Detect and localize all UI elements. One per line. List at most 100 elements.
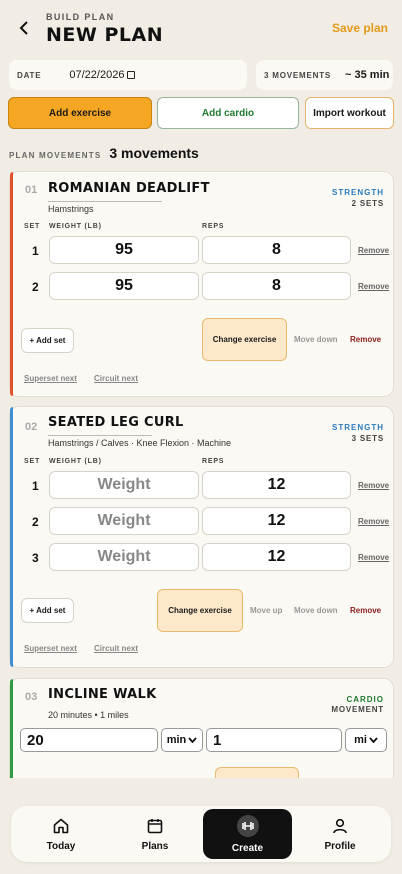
exercise-type: STRENGTH — [332, 188, 384, 197]
tab-today[interactable]: Today — [25, 806, 97, 862]
date-value[interactable]: 07/22/2026 — [69, 69, 136, 81]
chevron-down-icon — [188, 737, 197, 743]
col-set: SET — [24, 458, 41, 465]
date-label: DATE — [17, 70, 42, 80]
dumbbell-icon — [236, 814, 259, 837]
reps-input[interactable]: 8 — [202, 272, 351, 300]
remove-set-button[interactable]: Remove — [358, 517, 389, 526]
remove-exercise-button[interactable]: Remove — [350, 335, 381, 344]
plan-movements-heading: PLAN MOVEMENTS 3 movements — [9, 145, 199, 161]
save-plan-button[interactable]: Save plan — [332, 21, 388, 35]
col-weight: WEIGHT (LB) — [49, 223, 102, 230]
plan-movements-label: PLAN MOVEMENTS — [9, 151, 102, 160]
movement-label: MOVEMENT — [331, 705, 384, 714]
tab-create[interactable]: Create — [203, 809, 292, 859]
change-exercise-button[interactable]: Change exercise — [202, 318, 287, 361]
card-accent-bar — [10, 172, 13, 396]
exercise-card: 02 SEATED LEG CURL Hamstrings / Calves ·… — [9, 406, 394, 668]
chevron-down-icon — [369, 737, 378, 743]
add-set-button[interactable]: + Add set — [21, 598, 74, 623]
exercise-muscles: Hamstrings — [48, 204, 94, 214]
exercise-type: STRENGTH — [332, 423, 384, 432]
page-eyebrow: BUILD PLAN — [46, 12, 115, 22]
tab-bar: Today Plans Create Profile — [11, 806, 391, 862]
exercise-card: 01 ROMANIAN DEADLIFT Hamstrings STRENGTH… — [9, 171, 394, 397]
tab-label: Plans — [141, 840, 169, 852]
set-number: 2 — [32, 280, 39, 294]
sets-count: 3 SETS — [351, 434, 384, 443]
duration-unit-value: min — [166, 734, 187, 746]
weight-input[interactable]: 95 — [49, 236, 199, 264]
calendar-icon — [146, 817, 164, 835]
exercise-number: 02 — [25, 421, 38, 433]
remove-exercise-button[interactable]: Remove — [350, 606, 381, 615]
import-workout-button[interactable]: Import workout — [305, 97, 394, 129]
tab-label: Create — [231, 842, 264, 854]
reps-input[interactable]: 8 — [202, 236, 351, 264]
remove-set-button[interactable]: Remove — [358, 553, 389, 562]
duration-value: ~ 35 min — [345, 69, 390, 81]
distance-unit-value: mi — [354, 734, 367, 746]
set-number: 1 — [32, 244, 39, 258]
exercise-name[interactable]: INCLINE WALK — [48, 687, 156, 702]
weight-input[interactable]: Weight — [49, 543, 199, 571]
plan-movements-count: 3 movements — [109, 145, 199, 161]
superset-next-link[interactable]: Superset next — [24, 374, 77, 383]
sets-count: 2 SETS — [351, 199, 384, 208]
add-set-button[interactable]: + Add set — [21, 328, 74, 353]
calendar-icon[interactable] — [127, 71, 136, 79]
remove-set-button[interactable]: Remove — [358, 246, 389, 255]
cardio-summary: 20 minutes • 1 miles — [48, 710, 129, 720]
duration-unit-select[interactable]: min — [161, 728, 203, 752]
add-cardio-button[interactable]: Add cardio — [157, 97, 299, 129]
tab-profile[interactable]: Profile — [304, 806, 376, 862]
date-field[interactable]: DATE 07/22/2026 — [9, 60, 247, 90]
name-underline — [48, 435, 152, 436]
exercise-number: 03 — [25, 691, 38, 703]
move-up-button[interactable]: Move up — [250, 606, 282, 615]
back-button[interactable] — [14, 18, 34, 38]
exercise-number: 01 — [25, 184, 38, 196]
tab-plans[interactable]: Plans — [119, 806, 191, 862]
chevron-left-icon — [19, 21, 28, 35]
reps-input[interactable]: 12 — [202, 471, 351, 499]
reps-input[interactable]: 12 — [202, 543, 351, 571]
col-set: SET — [24, 223, 41, 230]
weight-input[interactable]: Weight — [49, 471, 199, 499]
weight-input[interactable]: 95 — [49, 272, 199, 300]
action-buttons: Add exercise Add cardio Import workout — [8, 97, 394, 129]
distance-input[interactable]: 1 — [206, 728, 342, 752]
set-number: 2 — [32, 515, 39, 529]
tab-label: Today — [46, 840, 76, 852]
exercise-muscles: Hamstrings / Calves · Knee Flexion · Mac… — [48, 438, 232, 448]
movements-summary: 3 MOVEMENTS ~ 35 min — [256, 60, 393, 90]
set-number: 1 — [32, 479, 39, 493]
set-number: 3 — [32, 551, 39, 565]
date-text: 07/22/2026 — [69, 69, 125, 81]
remove-set-button[interactable]: Remove — [358, 282, 389, 291]
circuit-next-link[interactable]: Circuit next — [94, 644, 138, 653]
reps-input[interactable]: 12 — [202, 507, 351, 535]
exercise-name[interactable]: ROMANIAN DEADLIFT — [48, 181, 210, 196]
exercise-name[interactable]: SEATED LEG CURL — [48, 415, 184, 430]
col-reps: REPS — [202, 223, 225, 230]
col-weight: WEIGHT (LB) — [49, 458, 102, 465]
add-exercise-button[interactable]: Add exercise — [8, 97, 152, 129]
move-down-button[interactable]: Move down — [294, 606, 338, 615]
change-exercise-button[interactable]: Change exercise — [157, 589, 243, 632]
move-down-button[interactable]: Move down — [294, 335, 338, 344]
tab-label: Profile — [324, 840, 356, 852]
distance-unit-select[interactable]: mi — [345, 728, 387, 752]
remove-set-button[interactable]: Remove — [358, 481, 389, 490]
movements-label: 3 MOVEMENTS — [264, 70, 332, 80]
card-accent-bar — [10, 407, 13, 667]
weight-input[interactable]: Weight — [49, 507, 199, 535]
exercise-type: CARDIO — [346, 695, 384, 704]
duration-input[interactable]: 20 — [20, 728, 158, 752]
page-title: NEW PLAN — [46, 24, 164, 46]
circuit-next-link[interactable]: Circuit next — [94, 374, 138, 383]
superset-next-link[interactable]: Superset next — [24, 644, 77, 653]
home-icon — [52, 817, 70, 835]
user-icon — [331, 817, 349, 835]
header: BUILD PLAN NEW PLAN Save plan — [0, 0, 402, 54]
